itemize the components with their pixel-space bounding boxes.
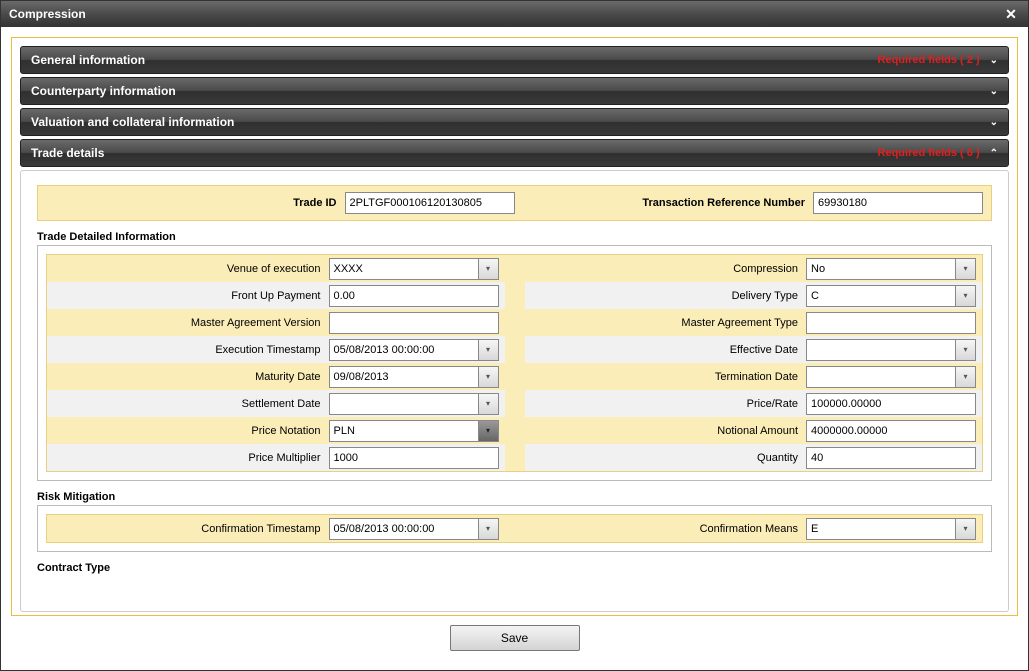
qty-input[interactable]	[806, 447, 976, 469]
mat-label: Master Agreement Type	[531, 317, 807, 329]
modal-window: Compression ✕ General information Requir…	[0, 0, 1029, 671]
price-notation-select[interactable]: PLN▾	[329, 420, 499, 442]
exec-timestamp-input[interactable]: 05/08/2013 00:00:00▾	[329, 339, 499, 361]
settle-label: Settlement Date	[53, 398, 329, 410]
mav-input[interactable]	[329, 312, 499, 334]
dropdown-icon: ▾	[478, 259, 498, 279]
chevron-down-icon: ⌄	[990, 86, 998, 97]
trade-id-label: Trade ID	[46, 197, 345, 209]
termination-date-input[interactable]: ▾	[806, 366, 976, 388]
conf-means-select[interactable]: E▾	[806, 518, 976, 540]
window-title: Compression	[9, 7, 1002, 21]
dropdown-icon: ▾	[955, 286, 975, 306]
dropdown-icon: ▾	[478, 421, 498, 441]
pnotation-label: Price Notation	[53, 425, 329, 437]
dropdown-icon: ▾	[955, 259, 975, 279]
fieldset-detailed: Trade Detailed Information Venue of exec…	[37, 231, 992, 481]
acc-body-trade: Trade ID Transaction Reference Number Tr…	[20, 170, 1009, 612]
chevron-up-icon: ⌃	[990, 148, 998, 159]
acc-title-valuation: Valuation and collateral information	[31, 115, 990, 129]
modal-body: General information Required fields ( 2 …	[1, 27, 1028, 670]
compression-select[interactable]: No▾	[806, 258, 976, 280]
modal-inner: General information Required fields ( 2 …	[11, 37, 1018, 616]
accordion: General information Required fields ( 2 …	[20, 46, 1009, 615]
fieldset-legend-detailed: Trade Detailed Information	[37, 231, 992, 243]
notional-label: Notional Amount	[531, 425, 807, 437]
dropdown-icon: ▾	[955, 367, 975, 387]
title-bar: Compression ✕	[1, 1, 1028, 27]
fieldset-legend-risk: Risk Mitigation	[37, 491, 992, 503]
maturity-date-input[interactable]: 09/08/2013▾	[329, 366, 499, 388]
pmult-input[interactable]	[329, 447, 499, 469]
dropdown-icon: ▾	[478, 340, 498, 360]
frontup-label: Front Up Payment	[53, 290, 329, 302]
acc-header-counterparty[interactable]: Counterparty information ⌄	[20, 77, 1009, 105]
venue-label: Venue of execution	[53, 263, 329, 275]
trn-label: Transaction Reference Number	[515, 197, 814, 209]
dropdown-icon: ▾	[478, 519, 498, 539]
acc-title-counterparty: Counterparty information	[31, 84, 990, 98]
acc-header-general[interactable]: General information Required fields ( 2 …	[20, 46, 1009, 74]
qty-label: Quantity	[531, 452, 807, 464]
eff-label: Effective Date	[531, 344, 807, 356]
delivery-select[interactable]: C▾	[806, 285, 976, 307]
conf-means-label: Confirmation Means	[531, 523, 807, 535]
dropdown-icon: ▾	[955, 519, 975, 539]
price-input[interactable]	[806, 393, 976, 415]
trade-id-input[interactable]	[345, 192, 515, 214]
dropdown-icon: ▾	[955, 340, 975, 360]
close-icon[interactable]: ✕	[1002, 5, 1020, 23]
acc-title-trade: Trade details	[31, 146, 878, 160]
effective-date-input[interactable]: ▾	[806, 339, 976, 361]
trade-id-row: Trade ID Transaction Reference Number	[37, 185, 992, 221]
maturity-label: Maturity Date	[53, 371, 329, 383]
fieldset-risk: Risk Mitigation Confirmation Timestamp 0…	[37, 491, 992, 552]
acc-title-general: General information	[31, 53, 878, 67]
pmult-label: Price Multiplier	[53, 452, 329, 464]
mat-input[interactable]	[806, 312, 976, 334]
venue-select[interactable]: XXXX▾	[329, 258, 499, 280]
required-badge-trade: Required fields ( 6 )	[878, 147, 980, 159]
chevron-down-icon: ⌄	[990, 117, 998, 128]
chevron-down-icon: ⌄	[990, 55, 998, 66]
compression-label: Compression	[531, 263, 807, 275]
trn-input[interactable]	[813, 192, 983, 214]
acc-scroll-area[interactable]: Trade ID Transaction Reference Number Tr…	[21, 171, 1008, 611]
footer: Save	[11, 616, 1018, 660]
price-label: Price/Rate	[531, 398, 807, 410]
mav-label: Master Agreement Version	[53, 317, 329, 329]
conf-ts-input[interactable]: 05/08/2013 00:00:00▾	[329, 518, 499, 540]
settlement-date-input[interactable]: ▾	[329, 393, 499, 415]
acc-header-trade[interactable]: Trade details Required fields ( 6 ) ⌃	[20, 139, 1009, 167]
conf-ts-label: Confirmation Timestamp	[53, 523, 329, 535]
acc-header-valuation[interactable]: Valuation and collateral information ⌄	[20, 108, 1009, 136]
fieldset-legend-contract: Contract Type	[37, 562, 992, 574]
dropdown-icon: ▾	[478, 394, 498, 414]
delivery-label: Delivery Type	[531, 290, 807, 302]
notional-input[interactable]	[806, 420, 976, 442]
frontup-input[interactable]	[329, 285, 499, 307]
exec-label: Execution Timestamp	[53, 344, 329, 356]
term-label: Termination Date	[531, 371, 807, 383]
dropdown-icon: ▾	[478, 367, 498, 387]
save-button[interactable]: Save	[450, 625, 580, 651]
required-badge-general: Required fields ( 2 )	[878, 54, 980, 66]
